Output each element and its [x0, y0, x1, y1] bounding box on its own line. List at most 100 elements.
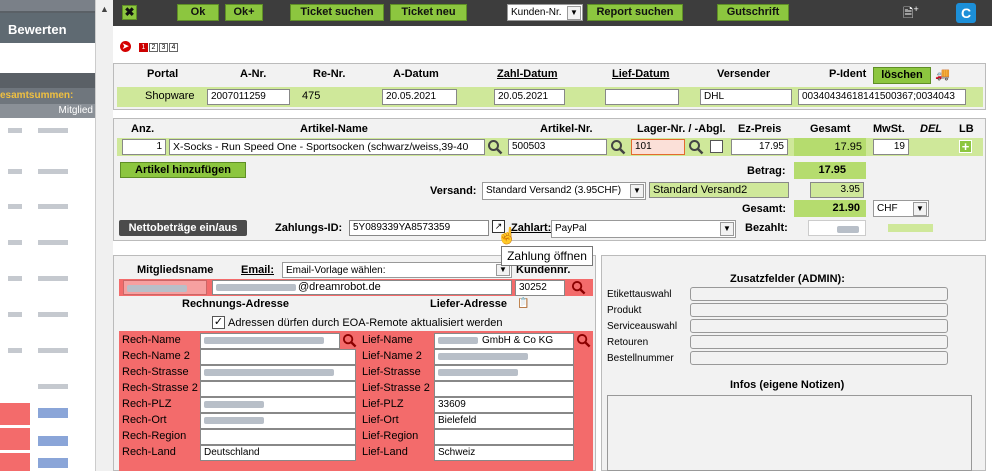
page-3-link[interactable]: 3	[159, 43, 168, 52]
lief-datum-header[interactable]: Lief-Datum	[612, 68, 669, 80]
add-lb-icon[interactable]: +	[959, 140, 972, 153]
rech-ort-field[interactable]	[200, 413, 356, 429]
produkt-field[interactable]	[690, 303, 948, 317]
gesamtsummen-label: esamtsummen:	[0, 88, 95, 104]
bestellnummer-field[interactable]	[690, 351, 948, 365]
etikettauswahl-field[interactable]	[690, 287, 948, 301]
lief-strasse2-field[interactable]	[434, 381, 574, 397]
versand-select[interactable]: Standard Versand2 (3.95CHF) ▼	[482, 182, 646, 200]
a-nr-header: A-Nr.	[240, 68, 267, 80]
re-nr-value: 475	[302, 90, 321, 102]
zahlungs-id-field[interactable]: 5Y089339YA8573359	[349, 220, 489, 236]
close-icon[interactable]: ✖	[122, 5, 137, 20]
left-sidebar: Bewerten esamtsummen: Mitglied	[0, 0, 95, 471]
search-icon[interactable]	[576, 333, 591, 348]
versand-price-field[interactable]: 3.95	[810, 182, 864, 198]
rech-name-field[interactable]	[200, 333, 340, 349]
artikel-hinzufuegen-button[interactable]: Artikel hinzufügen	[120, 162, 246, 178]
ok-button[interactable]: Ok	[177, 4, 219, 21]
lief-name2-field[interactable]	[434, 349, 574, 365]
truck-icon[interactable]: 🚚	[935, 67, 950, 81]
rech-plz-label: Rech-PLZ	[122, 398, 172, 410]
rech-land-field[interactable]: Deutschland	[200, 445, 356, 461]
bezahlt-label: Bezahlt:	[745, 222, 788, 234]
lief-plz-label: Lief-PLZ	[362, 398, 404, 410]
email-template-select[interactable]: Email-Vorlage wählen: ▼	[282, 262, 512, 278]
report-suchen-button[interactable]: Report suchen	[587, 4, 683, 21]
zahlart-label[interactable]: Zahlart:	[511, 222, 551, 234]
bezahlt-field[interactable]	[808, 220, 866, 236]
bestellnummer-label: Bestellnummer	[607, 353, 674, 364]
lief-ort-field[interactable]: Bielefeld	[434, 413, 574, 429]
new-document-icon[interactable]: 🗎+	[903, 4, 919, 22]
top-toolbar: ✖ Ok Ok+ Ticket suchen Ticket neu Kunden…	[113, 0, 992, 26]
gutschrift-button[interactable]: Gutschrift	[717, 4, 789, 21]
email-field[interactable]: @dreamrobot.de	[212, 280, 512, 295]
artikel-nr-field[interactable]: 500503	[508, 139, 607, 155]
mitgliedsname-field[interactable]	[123, 280, 207, 295]
nettobetraege-button[interactable]: Nettobeträge ein/aus	[119, 220, 247, 236]
p-ident-field[interactable]: 00340434618141500367;0034043	[798, 89, 966, 105]
serviceauswahl-label: Serviceauswahl	[607, 321, 678, 332]
lief-land-field[interactable]: Schweiz	[434, 445, 574, 461]
page-1-link[interactable]: 1	[139, 43, 148, 52]
scroll-up-icon[interactable]: ▲	[100, 4, 109, 14]
eoa-remote-label: Adressen dürfen durch EOA-Remote aktuali…	[228, 317, 503, 329]
clipboard-icon[interactable]: 📋	[517, 298, 529, 309]
notes-textarea[interactable]	[607, 395, 972, 471]
etikettauswahl-label: Etikettauswahl	[607, 289, 672, 300]
ticket-neu-button[interactable]: Ticket neu	[390, 4, 467, 21]
back-arrow-icon[interactable]: ➤	[120, 41, 131, 52]
search-icon[interactable]	[342, 333, 357, 348]
versender-field[interactable]: DHL	[700, 89, 792, 105]
ticket-suchen-button[interactable]: Ticket suchen	[290, 4, 384, 21]
email-label[interactable]: Email:	[241, 264, 274, 276]
kundennr-field[interactable]: 30252	[515, 280, 565, 296]
rech-plz-field[interactable]	[200, 397, 356, 413]
artikel-name-field[interactable]: X-Socks - Run Speed One - Sportsocken (s…	[169, 139, 485, 155]
kunden-nr-select[interactable]: Kunden-Nr. ▼	[507, 4, 583, 21]
page-4-link[interactable]: 4	[169, 43, 178, 52]
bewerten-button[interactable]: Bewerten	[0, 13, 95, 43]
loeschen-button[interactable]: löschen	[873, 67, 931, 84]
sidebar-scrollbar[interactable]: ▲	[95, 0, 113, 471]
retouren-field[interactable]	[690, 335, 948, 349]
rech-strasse2-field[interactable]	[200, 381, 356, 397]
lager-nr-field[interactable]: 101	[631, 139, 685, 155]
lief-name-field[interactable]: GmbH & Co KG	[434, 333, 574, 349]
mwst-field[interactable]: 19	[873, 139, 909, 155]
app-logo-icon[interactable]: C	[956, 3, 976, 23]
lief-land-label: Lief-Land	[362, 446, 408, 458]
zahl-datum-header[interactable]: Zahl-Datum	[497, 68, 558, 80]
re-nr-header: Re-Nr.	[313, 68, 346, 80]
eoa-remote-checkbox[interactable]: ✓	[212, 316, 225, 329]
lief-name-value: GmbH & Co KG	[482, 335, 554, 346]
a-nr-field[interactable]: 2007011259	[207, 89, 290, 105]
search-icon[interactable]	[487, 139, 503, 155]
search-icon[interactable]	[688, 139, 704, 155]
abgleich-checkbox[interactable]	[710, 140, 723, 153]
search-icon[interactable]	[571, 280, 586, 295]
lief-datum-field[interactable]	[605, 89, 679, 105]
lief-ort-label: Lief-Ort	[362, 414, 399, 426]
lief-strasse-field[interactable]	[434, 365, 574, 381]
currency-select[interactable]: CHF ▼	[873, 200, 929, 217]
ok-plus-button[interactable]: Ok+	[225, 4, 263, 21]
versand-name-field[interactable]: Standard Versand2	[649, 182, 789, 198]
serviceauswahl-field[interactable]	[690, 319, 948, 333]
a-datum-field[interactable]: 20.05.2021	[382, 89, 457, 105]
anz-field[interactable]: 1	[122, 139, 166, 155]
zahlart-select[interactable]: PayPal ▼	[551, 220, 736, 238]
lief-region-field[interactable]	[434, 429, 574, 445]
lief-name2-label: Lief-Name 2	[362, 350, 422, 362]
zahl-datum-field[interactable]: 20.05.2021	[494, 89, 565, 105]
rech-name2-label: Rech-Name 2	[122, 350, 190, 362]
search-icon[interactable]	[610, 139, 626, 155]
zahlart-value: PayPal	[555, 223, 587, 234]
lief-plz-field[interactable]: 33609	[434, 397, 574, 413]
rech-strasse-field[interactable]	[200, 365, 356, 381]
rech-region-field[interactable]	[200, 429, 356, 445]
page-2-link[interactable]: 2	[149, 43, 158, 52]
rech-name2-field[interactable]	[200, 349, 356, 365]
ez-preis-field[interactable]: 17.95	[731, 139, 788, 155]
